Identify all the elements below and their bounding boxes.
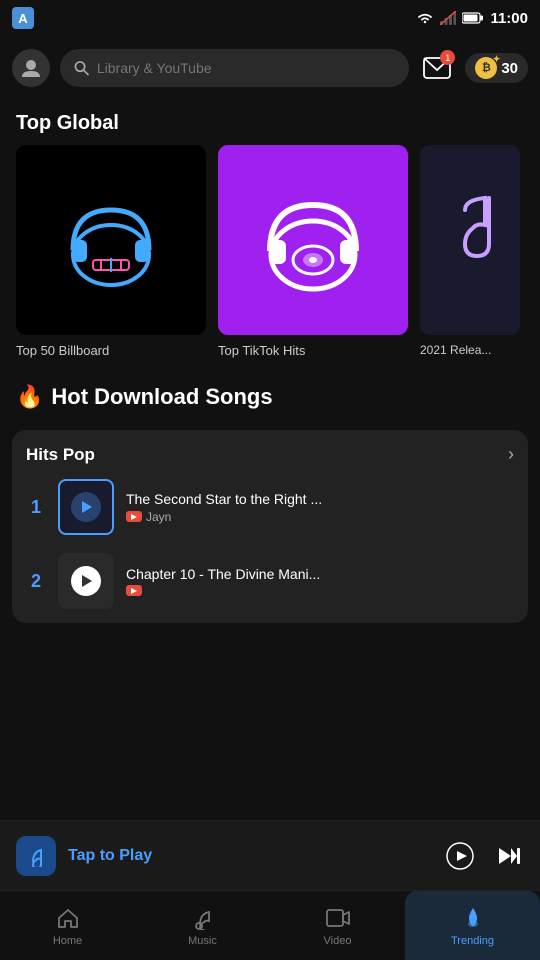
hot-download-title: 🔥 Hot Download Songs — [16, 384, 524, 410]
play-icon-1 — [82, 501, 92, 513]
carousel-item-tiktok[interactable]: Top TikTok Hits — [218, 145, 408, 358]
status-bar: A 11:00 — [0, 0, 540, 36]
home-icon — [55, 905, 81, 931]
battery-icon — [462, 12, 484, 24]
table-row: 1 The Second Star to the Right ... Jayn — [26, 479, 514, 535]
next-button[interactable] — [492, 840, 524, 872]
coins-button[interactable]: ₿ ✦ 30 — [465, 53, 528, 83]
bottom-navigation: Home Music Video Trending — [0, 890, 540, 960]
music-nav-icon — [190, 905, 216, 931]
track-name-2: Chapter 10 - The Divine Mani... — [126, 566, 514, 582]
carousel-thumb-billboard — [16, 145, 206, 335]
track-number-1: 1 — [26, 497, 46, 518]
top-global-section: Top Global Top 50 Billboard — [0, 100, 540, 374]
video-nav-icon — [325, 905, 351, 931]
main-content: Top Global Top 50 Billboard — [0, 100, 540, 820]
nav-item-video[interactable]: Video — [270, 891, 405, 960]
track-number-2: 2 — [26, 571, 46, 592]
carousel-thumb-tiktok — [218, 145, 408, 335]
nav-item-music[interactable]: Music — [135, 891, 270, 960]
music-note-icon — [16, 836, 56, 876]
time-display: 11:00 — [490, 10, 528, 27]
play-button-1[interactable] — [71, 492, 101, 522]
nav-item-trending[interactable]: Trending — [405, 891, 540, 960]
search-input[interactable] — [97, 60, 395, 76]
hits-header: Hits Pop › — [26, 444, 514, 465]
track-artist-2 — [126, 585, 514, 596]
play-pause-button[interactable] — [444, 840, 476, 872]
header: 1 ₿ ✦ 30 — [0, 36, 540, 100]
hot-download-section: 🔥 Hot Download Songs — [0, 374, 540, 418]
coin-sparkle: ✦ — [493, 54, 501, 65]
mail-button[interactable]: 1 — [419, 50, 455, 86]
track-thumb-1[interactable] — [58, 479, 114, 535]
play-icon-2 — [82, 575, 92, 587]
nav-label-home: Home — [53, 935, 82, 947]
app-icon: A — [12, 7, 34, 29]
search-icon — [74, 60, 89, 76]
user-icon — [20, 57, 42, 79]
carousel-label-billboard: Top 50 Billboard — [16, 343, 206, 358]
coin-icon: ₿ ✦ — [475, 57, 497, 79]
top-global-title: Top Global — [0, 100, 540, 145]
track-thumb-2[interactable] — [58, 553, 114, 609]
youtube-icon-1 — [126, 511, 142, 522]
wifi-icon — [416, 11, 434, 25]
track-name-1: The Second Star to the Right ... — [126, 491, 514, 507]
track-info-2: Chapter 10 - The Divine Mani... — [126, 566, 514, 596]
track-artist-1: Jayn — [126, 510, 514, 524]
tap-to-play-label[interactable]: Tap to Play — [68, 847, 432, 865]
youtube-icon-2 — [126, 585, 142, 596]
track-info-1: The Second Star to the Right ... Jayn — [126, 491, 514, 524]
carousel-thumb-2021 — [420, 145, 520, 335]
signal-icon — [440, 11, 456, 25]
hits-pop-card: Hits Pop › 1 The Second Star to the Righ… — [12, 430, 528, 623]
carousel-item-billboard[interactable]: Top 50 Billboard — [16, 145, 206, 358]
coin-count: 30 — [501, 60, 518, 77]
next-icon — [495, 843, 521, 869]
playback-controls — [444, 840, 524, 872]
nav-label-trending: Trending — [451, 935, 494, 947]
nav-item-home[interactable]: Home — [0, 891, 135, 960]
headphones-billboard-icon — [51, 180, 171, 300]
status-right: 11:00 — [416, 10, 528, 27]
nav-label-music: Music — [188, 935, 217, 947]
carousel-label-tiktok: Top TikTok Hits — [218, 343, 408, 358]
table-row: 2 Chapter 10 - The Divine Mani... — [26, 553, 514, 609]
top-global-carousel: Top 50 Billboard Top TikTok Hits — [0, 145, 540, 374]
play-button-2[interactable] — [71, 566, 101, 596]
hits-arrow-icon[interactable]: › — [508, 444, 514, 465]
hot-download-label: Hot Download Songs — [51, 384, 272, 410]
avatar-button[interactable] — [12, 49, 50, 87]
music-note-2021-icon — [435, 190, 505, 290]
now-playing-bar: Tap to Play — [0, 820, 540, 890]
headphones-tiktok-icon — [248, 175, 378, 305]
music-icon — [25, 845, 47, 867]
search-bar[interactable] — [60, 49, 409, 87]
header-right: 1 ₿ ✦ 30 — [419, 50, 528, 86]
fire-emoji: 🔥 — [16, 384, 43, 410]
nav-label-video: Video — [324, 935, 352, 947]
mail-badge: 1 — [440, 50, 455, 65]
carousel-item-2021[interactable]: 2021 Relea... — [420, 145, 520, 358]
play-pause-icon — [446, 842, 474, 870]
artist-name-1: Jayn — [146, 510, 171, 524]
trending-nav-icon — [460, 905, 486, 931]
carousel-label-2021: 2021 Relea... — [420, 343, 520, 357]
status-left: A — [12, 7, 34, 29]
hits-pop-title: Hits Pop — [26, 445, 95, 465]
